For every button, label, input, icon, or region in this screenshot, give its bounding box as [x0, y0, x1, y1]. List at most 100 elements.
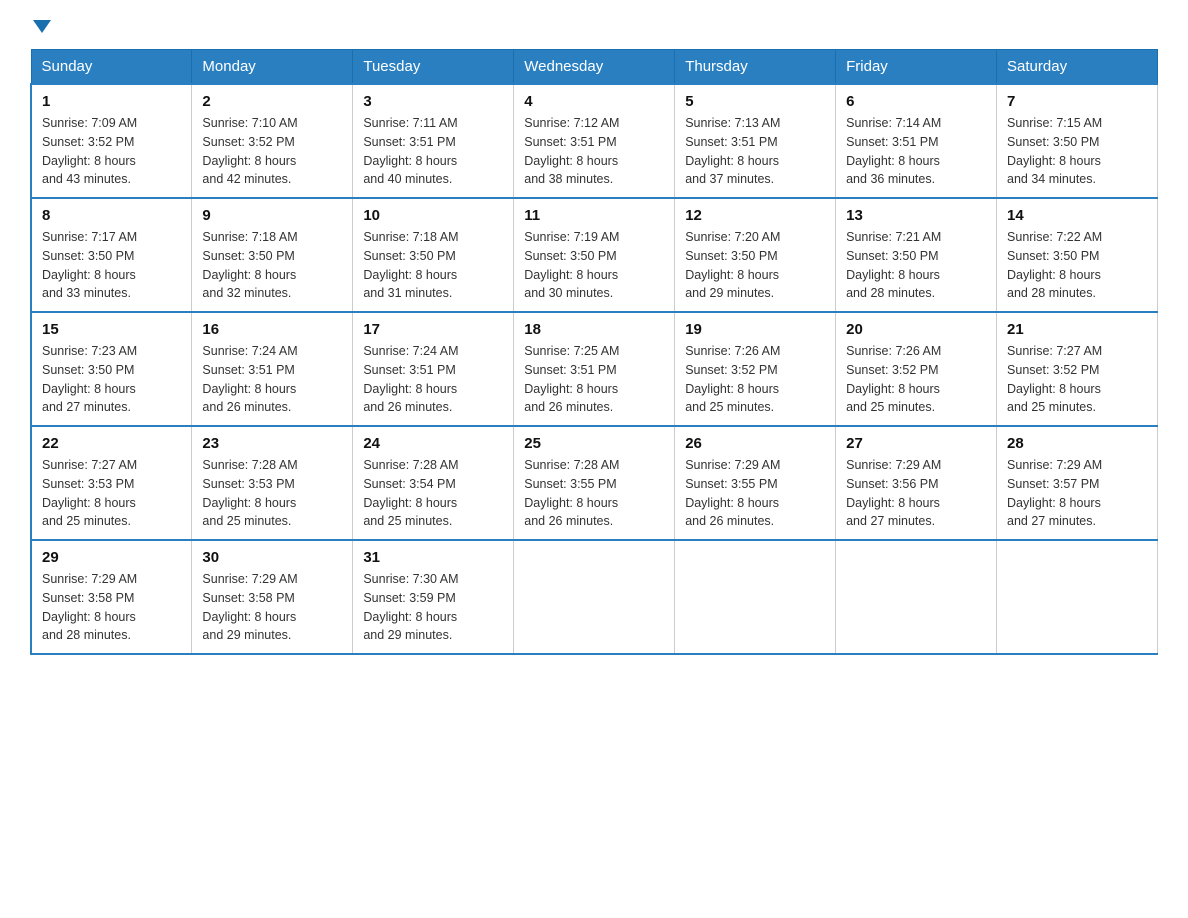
calendar-cell: 11 Sunrise: 7:19 AM Sunset: 3:50 PM Dayl…: [514, 198, 675, 312]
calendar-cell: 26 Sunrise: 7:29 AM Sunset: 3:55 PM Dayl…: [675, 426, 836, 540]
calendar-cell: 20 Sunrise: 7:26 AM Sunset: 3:52 PM Dayl…: [836, 312, 997, 426]
calendar-cell: 6 Sunrise: 7:14 AM Sunset: 3:51 PM Dayli…: [836, 84, 997, 198]
calendar-cell: 18 Sunrise: 7:25 AM Sunset: 3:51 PM Dayl…: [514, 312, 675, 426]
day-number: 20: [846, 321, 986, 338]
calendar-cell: [514, 540, 675, 654]
day-number: 14: [1007, 207, 1147, 224]
calendar-cell: 21 Sunrise: 7:27 AM Sunset: 3:52 PM Dayl…: [997, 312, 1158, 426]
day-info: Sunrise: 7:25 AM Sunset: 3:51 PM Dayligh…: [524, 342, 664, 417]
calendar-cell: 9 Sunrise: 7:18 AM Sunset: 3:50 PM Dayli…: [192, 198, 353, 312]
week-row-5: 29 Sunrise: 7:29 AM Sunset: 3:58 PM Dayl…: [31, 540, 1158, 654]
day-info: Sunrise: 7:27 AM Sunset: 3:52 PM Dayligh…: [1007, 342, 1147, 417]
day-info: Sunrise: 7:18 AM Sunset: 3:50 PM Dayligh…: [202, 228, 342, 303]
day-number: 24: [363, 435, 503, 452]
week-row-3: 15 Sunrise: 7:23 AM Sunset: 3:50 PM Dayl…: [31, 312, 1158, 426]
day-info: Sunrise: 7:27 AM Sunset: 3:53 PM Dayligh…: [42, 456, 181, 531]
day-number: 18: [524, 321, 664, 338]
calendar-cell: 1 Sunrise: 7:09 AM Sunset: 3:52 PM Dayli…: [31, 84, 192, 198]
day-number: 4: [524, 93, 664, 110]
calendar-cell: [997, 540, 1158, 654]
page-header: [30, 20, 1158, 31]
calendar-cell: 17 Sunrise: 7:24 AM Sunset: 3:51 PM Dayl…: [353, 312, 514, 426]
day-number: 17: [363, 321, 503, 338]
day-info: Sunrise: 7:29 AM Sunset: 3:55 PM Dayligh…: [685, 456, 825, 531]
day-info: Sunrise: 7:24 AM Sunset: 3:51 PM Dayligh…: [202, 342, 342, 417]
calendar-cell: 7 Sunrise: 7:15 AM Sunset: 3:50 PM Dayli…: [997, 84, 1158, 198]
day-number: 5: [685, 93, 825, 110]
calendar-cell: 31 Sunrise: 7:30 AM Sunset: 3:59 PM Dayl…: [353, 540, 514, 654]
day-info: Sunrise: 7:29 AM Sunset: 3:57 PM Dayligh…: [1007, 456, 1147, 531]
weekday-header-wednesday: Wednesday: [514, 50, 675, 85]
weekday-header-friday: Friday: [836, 50, 997, 85]
day-number: 11: [524, 207, 664, 224]
calendar-cell: 10 Sunrise: 7:18 AM Sunset: 3:50 PM Dayl…: [353, 198, 514, 312]
day-info: Sunrise: 7:18 AM Sunset: 3:50 PM Dayligh…: [363, 228, 503, 303]
day-info: Sunrise: 7:30 AM Sunset: 3:59 PM Dayligh…: [363, 570, 503, 645]
calendar-cell: 13 Sunrise: 7:21 AM Sunset: 3:50 PM Dayl…: [836, 198, 997, 312]
calendar-cell: 19 Sunrise: 7:26 AM Sunset: 3:52 PM Dayl…: [675, 312, 836, 426]
day-info: Sunrise: 7:26 AM Sunset: 3:52 PM Dayligh…: [685, 342, 825, 417]
calendar-cell: 22 Sunrise: 7:27 AM Sunset: 3:53 PM Dayl…: [31, 426, 192, 540]
day-number: 27: [846, 435, 986, 452]
day-info: Sunrise: 7:17 AM Sunset: 3:50 PM Dayligh…: [42, 228, 181, 303]
calendar-table: SundayMondayTuesdayWednesdayThursdayFrid…: [30, 49, 1158, 655]
day-number: 19: [685, 321, 825, 338]
day-number: 15: [42, 321, 181, 338]
day-number: 21: [1007, 321, 1147, 338]
day-info: Sunrise: 7:19 AM Sunset: 3:50 PM Dayligh…: [524, 228, 664, 303]
day-info: Sunrise: 7:14 AM Sunset: 3:51 PM Dayligh…: [846, 114, 986, 189]
weekday-header-monday: Monday: [192, 50, 353, 85]
calendar-cell: 12 Sunrise: 7:20 AM Sunset: 3:50 PM Dayl…: [675, 198, 836, 312]
day-number: 26: [685, 435, 825, 452]
day-info: Sunrise: 7:29 AM Sunset: 3:58 PM Dayligh…: [42, 570, 181, 645]
day-number: 1: [42, 93, 181, 110]
day-info: Sunrise: 7:20 AM Sunset: 3:50 PM Dayligh…: [685, 228, 825, 303]
day-number: 23: [202, 435, 342, 452]
day-number: 22: [42, 435, 181, 452]
week-row-2: 8 Sunrise: 7:17 AM Sunset: 3:50 PM Dayli…: [31, 198, 1158, 312]
day-info: Sunrise: 7:28 AM Sunset: 3:55 PM Dayligh…: [524, 456, 664, 531]
day-number: 31: [363, 549, 503, 566]
day-number: 2: [202, 93, 342, 110]
day-number: 16: [202, 321, 342, 338]
day-info: Sunrise: 7:29 AM Sunset: 3:58 PM Dayligh…: [202, 570, 342, 645]
calendar-cell: 24 Sunrise: 7:28 AM Sunset: 3:54 PM Dayl…: [353, 426, 514, 540]
week-row-1: 1 Sunrise: 7:09 AM Sunset: 3:52 PM Dayli…: [31, 84, 1158, 198]
day-info: Sunrise: 7:09 AM Sunset: 3:52 PM Dayligh…: [42, 114, 181, 189]
day-info: Sunrise: 7:12 AM Sunset: 3:51 PM Dayligh…: [524, 114, 664, 189]
day-info: Sunrise: 7:11 AM Sunset: 3:51 PM Dayligh…: [363, 114, 503, 189]
day-info: Sunrise: 7:22 AM Sunset: 3:50 PM Dayligh…: [1007, 228, 1147, 303]
calendar-cell: 5 Sunrise: 7:13 AM Sunset: 3:51 PM Dayli…: [675, 84, 836, 198]
day-number: 3: [363, 93, 503, 110]
weekday-header-sunday: Sunday: [31, 50, 192, 85]
logo: [30, 20, 51, 31]
calendar-cell: 15 Sunrise: 7:23 AM Sunset: 3:50 PM Dayl…: [31, 312, 192, 426]
day-number: 12: [685, 207, 825, 224]
day-info: Sunrise: 7:21 AM Sunset: 3:50 PM Dayligh…: [846, 228, 986, 303]
weekday-header-row: SundayMondayTuesdayWednesdayThursdayFrid…: [31, 50, 1158, 85]
day-number: 8: [42, 207, 181, 224]
day-number: 7: [1007, 93, 1147, 110]
day-number: 29: [42, 549, 181, 566]
day-info: Sunrise: 7:23 AM Sunset: 3:50 PM Dayligh…: [42, 342, 181, 417]
calendar-cell: 28 Sunrise: 7:29 AM Sunset: 3:57 PM Dayl…: [997, 426, 1158, 540]
weekday-header-saturday: Saturday: [997, 50, 1158, 85]
calendar-cell: 8 Sunrise: 7:17 AM Sunset: 3:50 PM Dayli…: [31, 198, 192, 312]
day-number: 6: [846, 93, 986, 110]
day-info: Sunrise: 7:29 AM Sunset: 3:56 PM Dayligh…: [846, 456, 986, 531]
day-info: Sunrise: 7:10 AM Sunset: 3:52 PM Dayligh…: [202, 114, 342, 189]
calendar-cell: 16 Sunrise: 7:24 AM Sunset: 3:51 PM Dayl…: [192, 312, 353, 426]
weekday-header-tuesday: Tuesday: [353, 50, 514, 85]
calendar-cell: [836, 540, 997, 654]
day-number: 9: [202, 207, 342, 224]
day-number: 10: [363, 207, 503, 224]
calendar-cell: 27 Sunrise: 7:29 AM Sunset: 3:56 PM Dayl…: [836, 426, 997, 540]
day-number: 13: [846, 207, 986, 224]
day-info: Sunrise: 7:24 AM Sunset: 3:51 PM Dayligh…: [363, 342, 503, 417]
day-number: 28: [1007, 435, 1147, 452]
day-number: 30: [202, 549, 342, 566]
day-info: Sunrise: 7:28 AM Sunset: 3:54 PM Dayligh…: [363, 456, 503, 531]
day-info: Sunrise: 7:26 AM Sunset: 3:52 PM Dayligh…: [846, 342, 986, 417]
calendar-cell: 25 Sunrise: 7:28 AM Sunset: 3:55 PM Dayl…: [514, 426, 675, 540]
calendar-cell: [675, 540, 836, 654]
